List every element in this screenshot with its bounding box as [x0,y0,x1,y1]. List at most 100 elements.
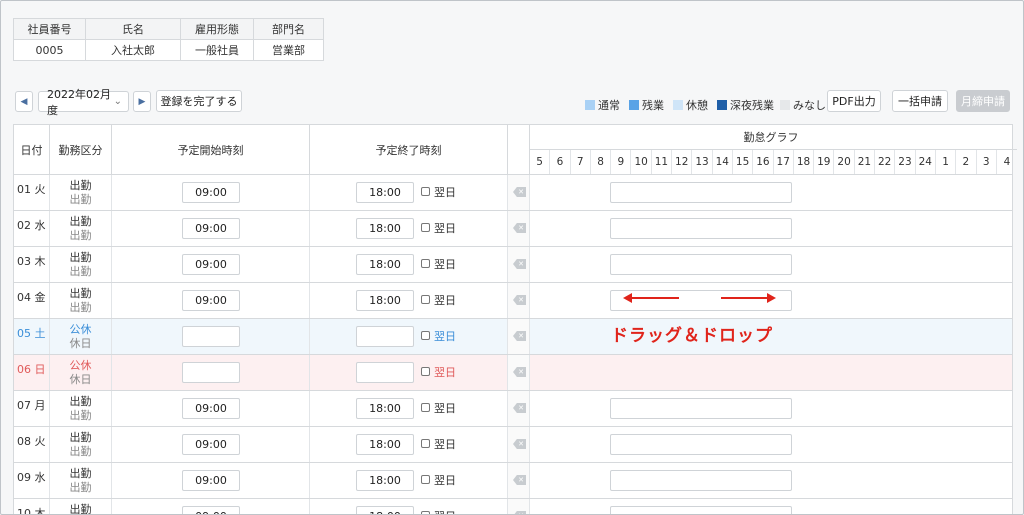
kind-cell[interactable]: 出勤出勤 [50,211,112,246]
start-time-input[interactable]: 09:00 [182,434,240,455]
date-cell: 03 木 [14,247,50,282]
kind-cell[interactable]: 出勤出勤 [50,391,112,426]
next-day-checkbox[interactable] [421,331,430,340]
start-time-cell: 09:00 [112,499,310,514]
delete-icon[interactable]: ✕ [513,511,526,514]
kind-cell[interactable]: 出勤出勤 [50,463,112,498]
kind-cell[interactable]: 出勤出勤 [50,175,112,210]
bulk-apply-button[interactable]: 一括申請 [892,90,948,112]
schedule-bar[interactable] [610,506,792,514]
end-time-input[interactable]: 18:00 [356,218,414,239]
hour-scale: 5 6 7 8 9 10 11 12 13 14 15 16 17 18 19 20 21 22 23 24 1 2 3 4 [530,149,1018,174]
end-time-input[interactable]: 18:00 [356,182,414,203]
kind-sub-label: 出勤 [69,445,92,458]
complete-registration-button[interactable]: 登録を完了する [156,90,242,112]
kind-sub-label: 出勤 [69,301,92,314]
hour-label: 17 [774,150,794,174]
delete-icon[interactable]: ✕ [513,367,526,377]
legend-deemed-label: みなし [793,99,826,112]
start-time-cell: 09:00 [112,175,310,210]
kind-cell[interactable]: 公休 休日 [50,319,112,354]
delete-icon[interactable]: ✕ [513,295,526,305]
schedule-bar[interactable] [610,254,792,275]
delete-icon[interactable]: ✕ [513,331,526,341]
next-day-checkbox[interactable] [421,439,430,448]
end-time-input[interactable] [356,362,414,383]
schedule-bar[interactable] [610,218,792,239]
kind-sub-label: 出勤 [69,481,92,494]
next-day-checkbox[interactable] [421,403,430,412]
end-time-input[interactable]: 18:00 [356,254,414,275]
next-day-checkbox[interactable] [421,295,430,304]
end-time-cell: 18:00 翌日 [310,175,508,210]
monthly-close-button[interactable]: 月締申請 [956,90,1010,112]
date-cell: 02 水 [14,211,50,246]
hour-label: 11 [652,150,673,174]
delete-icon[interactable]: ✕ [513,187,526,197]
end-time-cell: 翌日 [310,355,508,390]
schedule-bar[interactable] [610,290,792,311]
kind-cell[interactable]: 出勤出勤 [50,247,112,282]
next-day-checkbox[interactable] [421,475,430,484]
schedule-bar[interactable] [610,470,792,491]
end-time-input[interactable] [356,326,414,347]
delete-icon[interactable]: ✕ [513,475,526,485]
pdf-export-button[interactable]: PDF出力 [827,90,881,112]
kind-cell[interactable]: 公休 休日 [50,355,112,390]
left-arrow-icon [623,293,632,303]
start-time-input[interactable]: 09:00 [182,182,240,203]
kind-cell[interactable]: 出勤出勤 [50,499,112,514]
employee-info-table: 社員番号 氏名 雇用形態 部門名 0005 入社太郎 一般社員 営業部 [13,18,324,61]
next-day-label: 翌日 [434,222,456,235]
start-time-input[interactable]: 09:00 [182,506,240,514]
date-column-header: 日付 [14,125,50,174]
start-time-cell: 09:00 [112,427,310,462]
overtime-swatch [629,100,639,110]
start-time-input[interactable] [182,326,240,347]
delete-icon[interactable]: ✕ [513,403,526,413]
end-time-input[interactable]: 18:00 [356,434,414,455]
schedule-bar[interactable] [610,182,792,203]
delete-icon[interactable]: ✕ [513,223,526,233]
date-cell: 10 木 [14,499,50,514]
prev-month-button[interactable]: ◀ [15,91,33,112]
hour-label: 21 [855,150,876,174]
graph-cell [530,211,1012,246]
legend-late-night-label: 深夜残業 [730,99,774,112]
start-time-input[interactable]: 09:00 [182,218,240,239]
start-time-input[interactable] [182,362,240,383]
kind-label: 出勤 [69,467,92,480]
next-day-label: 翌日 [434,330,456,343]
schedule-bar[interactable] [610,434,792,455]
next-day-checkbox[interactable] [421,223,430,232]
end-time-input[interactable]: 18:00 [356,506,414,514]
day-row: 07 月出勤 出勤 09:00 18:00 翌日 ✕ [14,390,1012,426]
end-time-input[interactable]: 18:00 [356,398,414,419]
start-time-input[interactable]: 09:00 [182,254,240,275]
right-arrow-line [721,297,767,299]
start-time-input[interactable]: 09:00 [182,398,240,419]
end-time-input[interactable]: 18:00 [356,470,414,491]
delete-icon[interactable]: ✕ [513,259,526,269]
kind-cell[interactable]: 出勤出勤 [50,427,112,462]
start-time-input[interactable]: 09:00 [182,290,240,311]
start-time-column-header: 予定開始時刻 [112,125,310,174]
schedule-bar[interactable] [610,398,792,419]
month-select[interactable]: 2022年02月度 ⌄ [38,88,129,117]
kind-cell[interactable]: 出勤出勤 [50,283,112,318]
employee-id-header: 社員番号 [13,18,86,40]
next-month-button[interactable]: ▶ [133,91,151,112]
next-day-checkbox[interactable] [421,511,430,514]
end-time-input[interactable]: 18:00 [356,290,414,311]
day-row: 05 土公休 休日 翌日 ✕ [14,318,1012,354]
graph-cell [530,463,1012,498]
break-swatch [673,100,683,110]
start-time-input[interactable]: 09:00 [182,470,240,491]
delete-icon[interactable]: ✕ [513,439,526,449]
next-day-checkbox[interactable] [421,367,430,376]
next-day-checkbox[interactable] [421,187,430,196]
day-row: 02 水出勤 出勤 09:00 18:00 翌日 ✕ [14,210,1012,246]
chevron-down-icon: ⌄ [113,96,122,107]
delete-cell: ✕ [508,391,530,426]
next-day-checkbox[interactable] [421,259,430,268]
